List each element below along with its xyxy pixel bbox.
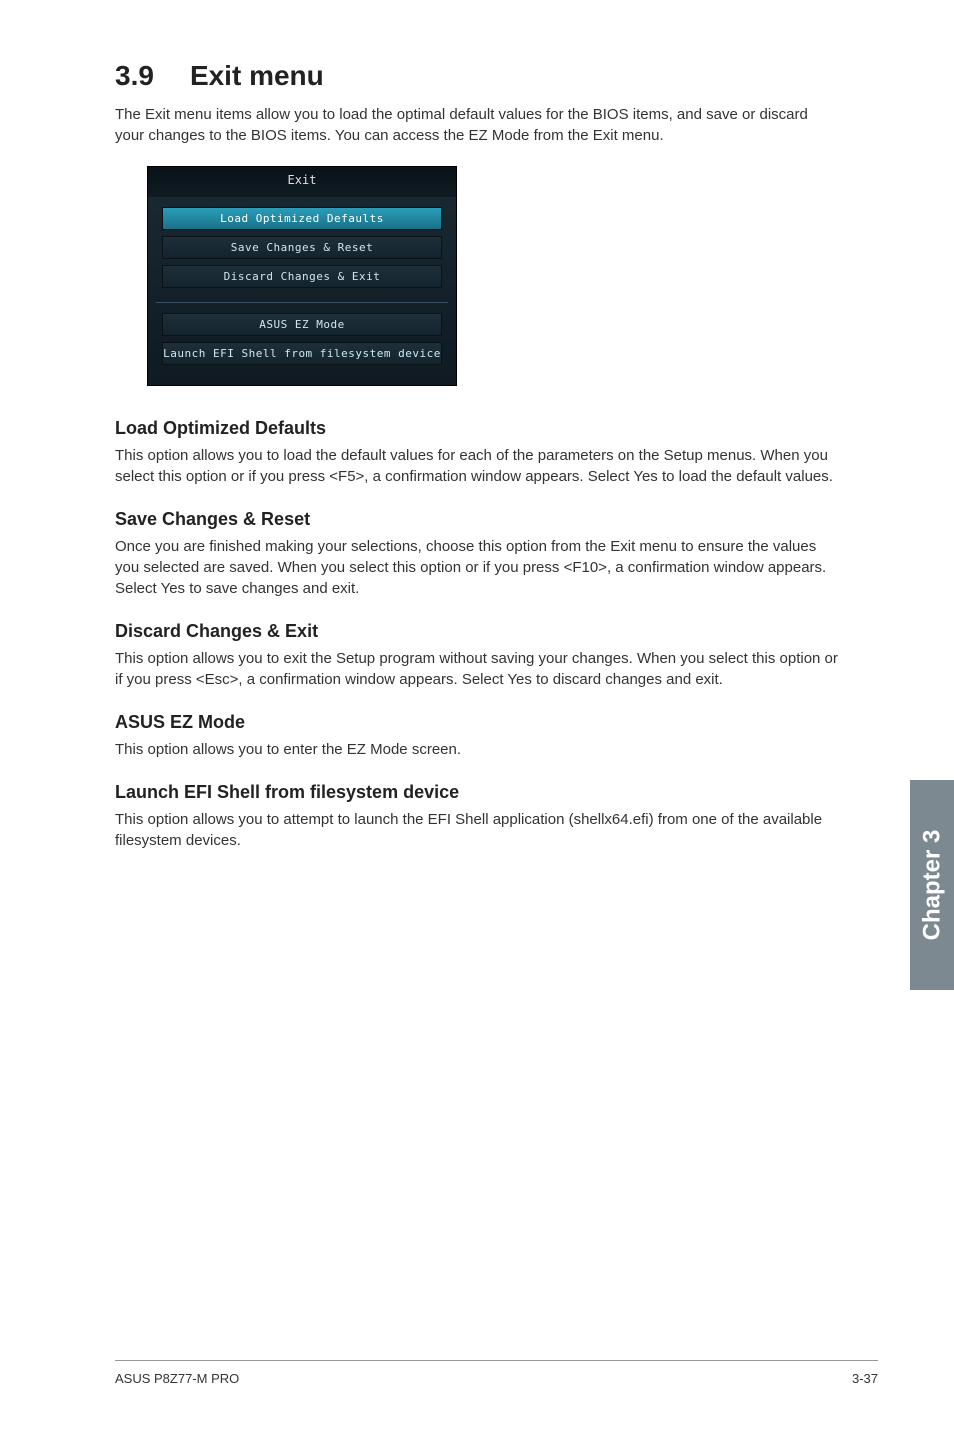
bios-load-defaults-button[interactable]: Load Optimized Defaults — [162, 207, 442, 230]
chapter-tab: Chapter 3 — [910, 780, 954, 990]
footer-page-number: 3-37 — [852, 1371, 878, 1386]
bios-body: Load Optimized Defaults Save Changes & R… — [148, 197, 456, 365]
bios-header: Exit — [148, 167, 456, 197]
intro-paragraph: The Exit menu items allow you to load th… — [115, 104, 839, 146]
footer-product: ASUS P8Z77-M PRO — [115, 1371, 239, 1386]
section-heading-save-reset: Save Changes & Reset — [115, 509, 839, 530]
section-heading-discard-exit: Discard Changes & Exit — [115, 621, 839, 642]
page-footer: ASUS P8Z77-M PRO 3-37 — [115, 1360, 878, 1386]
section-number: 3.9 — [115, 60, 154, 92]
section-body-launch-efi: This option allows you to attempt to lau… — [115, 809, 839, 851]
section-body-load-defaults: This option allows you to load the defau… — [115, 445, 839, 487]
bios-launch-efi-button[interactable]: Launch EFI Shell from filesystem device — [162, 342, 442, 365]
bios-ez-mode-button[interactable]: ASUS EZ Mode — [162, 313, 442, 336]
section-heading-ez-mode: ASUS EZ Mode — [115, 712, 839, 733]
section-heading-launch-efi: Launch EFI Shell from filesystem device — [115, 782, 839, 803]
section-body-discard-exit: This option allows you to exit the Setup… — [115, 648, 839, 690]
bios-exit-screenshot: Exit Load Optimized Defaults Save Change… — [147, 166, 457, 386]
chapter-tab-label: Chapter 3 — [918, 830, 946, 941]
section-body-ez-mode: This option allows you to enter the EZ M… — [115, 739, 839, 760]
page-heading: 3.9 Exit menu — [115, 60, 839, 92]
bios-discard-exit-button[interactable]: Discard Changes & Exit — [162, 265, 442, 288]
bios-save-reset-button[interactable]: Save Changes & Reset — [162, 236, 442, 259]
section-body-save-reset: Once you are finished making your select… — [115, 536, 839, 599]
section-title: Exit menu — [190, 60, 324, 91]
bios-divider — [156, 302, 448, 303]
section-heading-load-defaults: Load Optimized Defaults — [115, 418, 839, 439]
